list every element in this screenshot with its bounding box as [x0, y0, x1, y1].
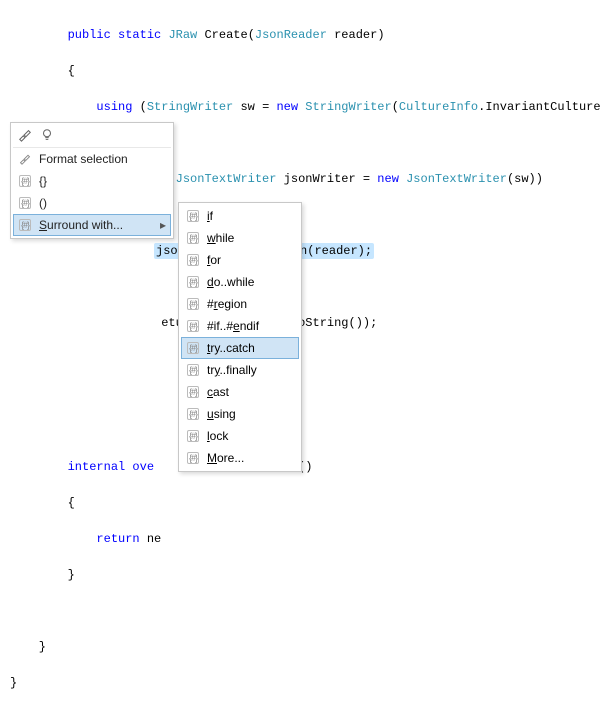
code-icon: {#} — [17, 195, 33, 211]
lightbulb-icon[interactable] — [39, 127, 55, 143]
submenu-item-label: using — [207, 407, 285, 421]
method-name: Create — [204, 28, 247, 42]
menu-item-label: () — [39, 196, 157, 210]
submenu-item[interactable]: {#} More... — [181, 447, 299, 469]
keyword: return — [96, 532, 139, 546]
keyword: using — [96, 100, 132, 114]
submenu-item[interactable]: {#} try..catch — [181, 337, 299, 359]
menu-item-label: Surround with... — [39, 218, 157, 232]
code-line: using (StringWriter sw = new StringWrite… — [10, 98, 590, 116]
menu-item-format-selection[interactable]: Format selection — [13, 148, 171, 170]
type: StringWriter — [305, 100, 391, 114]
submenu-item-label: try..finally — [207, 363, 285, 377]
type: JsonReader — [255, 28, 327, 42]
code-line: public static JRaw Create(JsonReader rea… — [10, 26, 590, 44]
code-line — [10, 602, 590, 620]
keyword: internal — [68, 460, 126, 474]
submenu-item[interactable]: {#} cast — [181, 381, 299, 403]
type: CultureInfo — [399, 100, 478, 114]
code-icon: {#} — [185, 274, 201, 290]
code-icon: {#} — [185, 384, 201, 400]
submenu-item-label: try..catch — [207, 341, 285, 355]
code-icon: {#} — [185, 428, 201, 444]
code-icon: {#} — [185, 340, 201, 356]
submenu-item-label: cast — [207, 385, 285, 399]
type: StringWriter — [147, 100, 233, 114]
submenu-item[interactable]: {#} if — [181, 205, 299, 227]
keyword: ove — [132, 460, 154, 474]
submenu-item-label: #if..#endif — [207, 319, 285, 333]
submenu-item[interactable]: {#} lock — [181, 425, 299, 447]
code-icon: {#} — [185, 450, 201, 466]
menu-item-surround-with[interactable]: {#} Surround with... ▸ — [13, 214, 171, 236]
code-line: { — [10, 62, 590, 80]
submenu-item[interactable]: {#} try..finally — [181, 359, 299, 381]
submenu-item-label: for — [207, 253, 285, 267]
submenu-item[interactable]: {#} for — [181, 249, 299, 271]
keyword: new — [377, 172, 399, 186]
submenu-item-label: do..while — [207, 275, 285, 289]
paintbrush-icon — [17, 151, 33, 167]
code-icon: {#} — [185, 406, 201, 422]
submenu-arrow-icon: ▸ — [160, 218, 166, 232]
menu-item-braces[interactable]: {#} {} — [13, 170, 171, 192]
paintbrush-icon[interactable] — [17, 127, 33, 143]
keyword: public — [68, 28, 111, 42]
submenu-item[interactable]: {#} using — [181, 403, 299, 425]
keyword: static — [118, 28, 161, 42]
menu-item-parens[interactable]: {#} () — [13, 192, 171, 214]
type: JsonTextWriter — [406, 172, 507, 186]
type: JsonTextWriter — [176, 172, 277, 186]
code-icon: {#} — [185, 296, 201, 312]
surround-with-submenu: {#} if {#} while {#} for {#} do..while {#} #regio… — [178, 202, 302, 472]
code-line: } — [10, 638, 590, 656]
code-line: } — [10, 566, 590, 584]
code-line: { — [10, 494, 590, 512]
context-menu: Format selection {#} {} {#} () {#} Surro… — [10, 122, 174, 239]
submenu-item-label: lock — [207, 429, 285, 443]
menu-item-label: Format selection — [39, 152, 157, 166]
code-icon: {#} — [185, 230, 201, 246]
submenu-item-label: #region — [207, 297, 285, 311]
type: JRaw — [168, 28, 197, 42]
keyword: new — [276, 100, 298, 114]
code-icon: {#} — [17, 173, 33, 189]
code-icon: {#} — [185, 208, 201, 224]
submenu-item[interactable]: {#} #if..#endif — [181, 315, 299, 337]
submenu-item[interactable]: {#} do..while — [181, 271, 299, 293]
submenu-item-label: if — [207, 209, 285, 223]
submenu-item-label: while — [207, 231, 285, 245]
code-icon: {#} — [17, 217, 33, 233]
param: reader — [334, 28, 377, 42]
code-icon: {#} — [185, 362, 201, 378]
code-icon: {#} — [185, 252, 201, 268]
menu-item-label: {} — [39, 174, 157, 188]
submenu-item[interactable]: {#} while — [181, 227, 299, 249]
code-line: return ne — [10, 530, 590, 548]
code-line: } — [10, 674, 590, 692]
code-icon: {#} — [185, 318, 201, 334]
menu-header — [13, 125, 171, 148]
submenu-item-label: More... — [207, 451, 285, 465]
submenu-item[interactable]: {#} #region — [181, 293, 299, 315]
